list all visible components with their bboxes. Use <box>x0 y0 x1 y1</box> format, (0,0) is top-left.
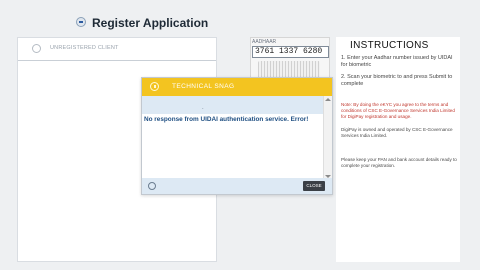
dialog-scrollbar[interactable] <box>323 96 332 180</box>
client-row[interactable]: UNREGISTERED CLIENT <box>18 38 216 61</box>
instruction-step: 2. Scan your biometric to and press Subm… <box>341 74 453 87</box>
client-icon <box>32 44 41 53</box>
scroll-up-icon[interactable] <box>325 98 331 101</box>
instruction-step: 1. Enter your Aadhar number issued by UI… <box>341 55 453 68</box>
instructions-title: INSTRUCTIONS <box>350 40 429 51</box>
error-message: No response from UIDAI authentication se… <box>144 116 309 123</box>
dialog-subbar: . <box>142 96 324 114</box>
dialog-footer: CLOSE <box>142 178 332 194</box>
fingerprint-icon <box>148 182 156 190</box>
instructions-panel <box>336 37 460 262</box>
keep-details-text: Please keep your PAN and bank account de… <box>341 157 457 168</box>
dialog-title: TECHNICAL SNAG <box>172 83 235 90</box>
close-button[interactable]: CLOSE <box>303 181 325 191</box>
technical-snag-dialog: TECHNICAL SNAG . No response from UIDAI … <box>141 77 333 195</box>
client-label: UNREGISTERED CLIENT <box>50 45 119 51</box>
dialog-header: TECHNICAL SNAG <box>142 78 332 96</box>
warning-icon <box>150 82 159 91</box>
aadhaar-label: AADHAAR <box>252 39 277 45</box>
ownership-text: DigiPay is owned and operated by CSC E-G… <box>341 127 453 138</box>
aadhaar-number-field[interactable]: 3761 1337 6280 <box>252 46 329 58</box>
dialog-dot: . <box>202 105 204 111</box>
terms-note: Note: By doing the eKYC you agree to the… <box>341 102 455 119</box>
register-icon <box>76 17 86 27</box>
page-title: Register Application <box>92 16 209 30</box>
